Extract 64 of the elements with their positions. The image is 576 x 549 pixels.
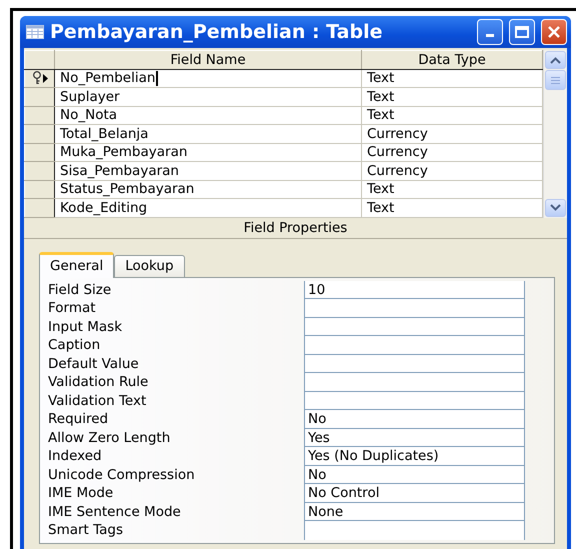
field-name-cell[interactable]: No_Nota: [54, 106, 362, 124]
property-label: Required: [48, 411, 108, 427]
field-name-cell[interactable]: Total_Belanja: [54, 124, 362, 143]
current-row-icon: [42, 74, 48, 83]
field-name-cell[interactable]: Suplayer: [54, 88, 362, 106]
data-type-cell[interactable]: Text: [362, 106, 542, 124]
property-value-field[interactable]: [305, 318, 524, 336]
data-type-cell[interactable]: Currency: [362, 162, 542, 180]
property-label: Default Value: [48, 356, 139, 372]
property-label: Validation Rule: [48, 374, 148, 390]
row-selector[interactable]: [24, 69, 54, 88]
property-value-field[interactable]: 10: [305, 280, 524, 299]
field-name-cell[interactable]: Status_Pembayaran: [54, 180, 362, 198]
minimize-icon: [486, 34, 494, 37]
property-value-field[interactable]: [305, 299, 524, 318]
property-value-field[interactable]: [305, 392, 524, 410]
property-label: Validation Text: [48, 392, 146, 408]
data-type-cell[interactable]: Text: [362, 69, 542, 88]
property-label: Input Mask: [48, 318, 122, 334]
property-label: IME Sentence Mode: [48, 504, 181, 520]
minimize-button[interactable]: [477, 19, 503, 45]
data-type-cell[interactable]: Text: [362, 198, 542, 217]
scroll-down-button[interactable]: [545, 198, 566, 216]
data-type-cell[interactable]: Currency: [362, 143, 542, 162]
grip-icon: [551, 76, 560, 84]
maximize-button[interactable]: [509, 19, 535, 45]
scrollbar-thumb[interactable]: [545, 70, 566, 90]
property-value-field[interactable]: [305, 336, 524, 354]
property-label: IME Mode: [48, 485, 114, 501]
table-icon: [26, 25, 44, 39]
maximize-icon: [515, 26, 529, 38]
data-type-cell[interactable]: Currency: [362, 124, 542, 143]
property-value-field[interactable]: No: [305, 466, 524, 484]
property-value-field[interactable]: Yes: [305, 428, 524, 447]
property-value-field[interactable]: [305, 354, 524, 373]
property-label: Smart Tags: [48, 522, 124, 538]
column-header: Data Type: [362, 50, 542, 69]
field-name-cell[interactable]: Muka_Pembayaran: [54, 143, 362, 162]
field-name-cell[interactable]: No_Pembelian: [54, 69, 362, 88]
property-value-field[interactable]: No Control: [305, 484, 524, 502]
tab[interactable]: Lookup: [114, 254, 185, 276]
data-type-cell[interactable]: Text: [362, 180, 542, 198]
field-name-cell[interactable]: Sisa_Pembayaran: [54, 162, 362, 180]
field-name-cell[interactable]: Kode_Editing: [54, 198, 362, 217]
tab[interactable]: General: [39, 252, 114, 278]
property-value-field[interactable]: No: [305, 410, 524, 428]
key-icon: [32, 71, 42, 86]
property-label: Field Size: [48, 282, 112, 298]
window-title: Pembayaran_Pembelian : Table: [50, 21, 384, 43]
close-icon: [548, 26, 560, 38]
close-button[interactable]: [541, 19, 567, 45]
property-label: Caption: [48, 337, 100, 353]
property-value-field[interactable]: None: [305, 502, 524, 521]
column-header: Field Name: [54, 50, 362, 69]
property-value-field[interactable]: [305, 521, 524, 540]
scroll-up-button[interactable]: [545, 51, 566, 69]
property-label: Format: [48, 300, 96, 316]
property-label: Indexed: [48, 448, 102, 464]
property-value-field[interactable]: [305, 373, 524, 392]
property-label: Unicode Compression: [48, 466, 195, 482]
section-title: Field Properties: [244, 218, 348, 238]
property-label: Allow Zero Length: [48, 430, 170, 446]
data-type-cell[interactable]: Text: [362, 88, 542, 106]
property-value-field[interactable]: Yes (No Duplicates): [305, 447, 524, 466]
